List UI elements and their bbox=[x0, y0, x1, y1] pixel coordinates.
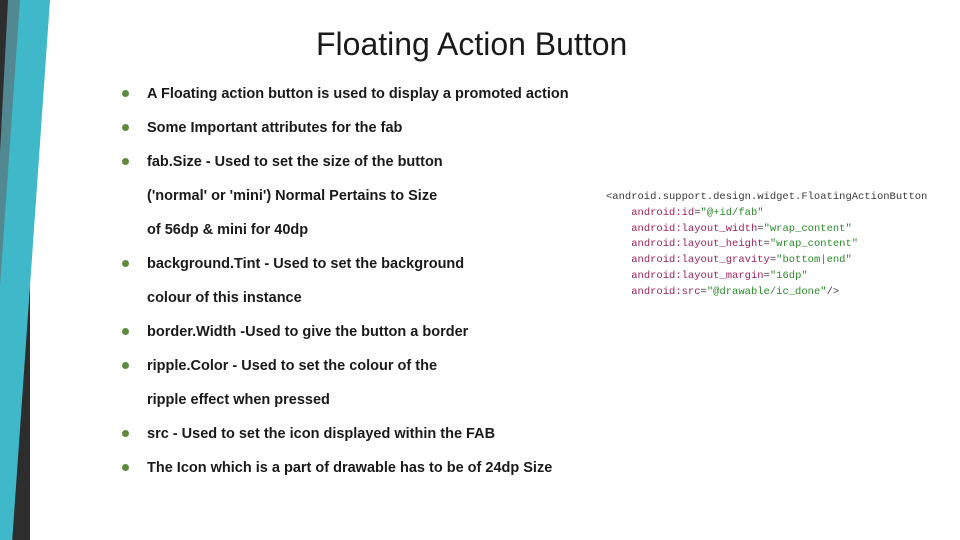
bullet-text: src - Used to set the icon displayed wit… bbox=[147, 424, 495, 445]
bullet-icon bbox=[122, 90, 129, 97]
bullet-icon bbox=[122, 260, 129, 267]
bullet-text: The Icon which is a part of drawable has… bbox=[147, 458, 552, 479]
list-item: background.Tint - Used to set the backgr… bbox=[122, 254, 582, 275]
accent-sidebar bbox=[0, 0, 50, 540]
bullet-icon bbox=[122, 328, 129, 335]
list-item: A Floating action button is used to disp… bbox=[122, 84, 582, 105]
code-snippet: <android.support.design.widget.FloatingA… bbox=[602, 188, 942, 302]
bullet-text: Some Important attributes for the fab bbox=[147, 118, 402, 139]
bullet-icon bbox=[122, 362, 129, 369]
list-item: border.Width -Used to give the button a … bbox=[122, 322, 582, 343]
bullet-icon bbox=[122, 430, 129, 437]
list-item: Some Important attributes for the fab bbox=[122, 118, 582, 139]
page-title: Floating Action Button bbox=[316, 26, 627, 63]
bullet-icon bbox=[122, 158, 129, 165]
bullet-icon bbox=[122, 124, 129, 131]
list-item: The Icon which is a part of drawable has… bbox=[122, 458, 582, 479]
bullet-text: ripple.Color - Used to set the colour of… bbox=[147, 356, 437, 377]
bullet-icon bbox=[122, 464, 129, 471]
bullet-text: border.Width -Used to give the button a … bbox=[147, 322, 468, 343]
bullet-text: background.Tint - Used to set the backgr… bbox=[147, 254, 464, 275]
bullet-list: A Floating action button is used to disp… bbox=[122, 84, 582, 492]
bullet-subtext: of 56dp & mini for 40dp bbox=[147, 220, 582, 241]
bullet-subtext: colour of this instance bbox=[147, 288, 582, 309]
list-item: src - Used to set the icon displayed wit… bbox=[122, 424, 582, 445]
bullet-text: fab.Size - Used to set the size of the b… bbox=[147, 152, 443, 173]
bullet-text: A Floating action button is used to disp… bbox=[147, 84, 569, 105]
bullet-subtext: ('normal' or 'mini') Normal Pertains to … bbox=[147, 186, 582, 207]
list-item: fab.Size - Used to set the size of the b… bbox=[122, 152, 582, 173]
list-item: ripple.Color - Used to set the colour of… bbox=[122, 356, 582, 377]
bullet-subtext: ripple effect when pressed bbox=[147, 390, 582, 411]
